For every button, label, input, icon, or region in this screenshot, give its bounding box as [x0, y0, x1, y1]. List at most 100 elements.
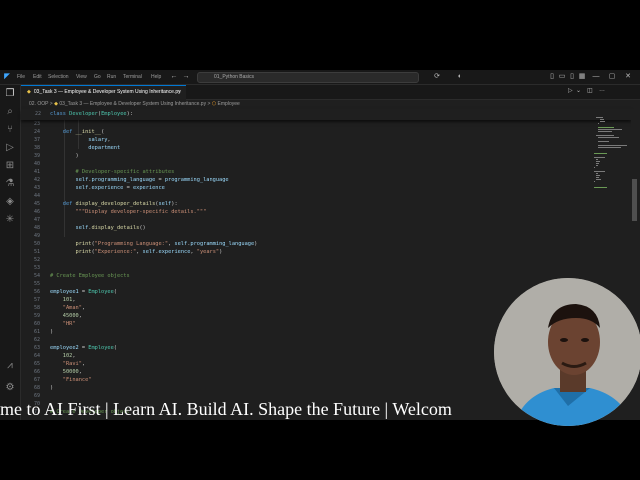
- line-number: 65: [33, 361, 40, 367]
- copilot-icon[interactable]: ⟳: [433, 73, 441, 81]
- code-line: 50000,: [62, 369, 82, 375]
- split-editor-icon[interactable]: ◫: [587, 87, 593, 94]
- minimap-line: [594, 187, 607, 188]
- source-control-icon[interactable]: ⑂: [4, 124, 16, 136]
- breadcrumb-symbol[interactable]: Employee: [218, 101, 240, 107]
- code-line: department: [88, 145, 121, 151]
- minimap-line: [600, 119, 604, 120]
- tab-close-icon[interactable]: ×: [178, 86, 181, 99]
- line-number: 62: [33, 337, 40, 343]
- menu-terminal[interactable]: Terminal: [123, 74, 142, 80]
- code-line: self.experience = experience: [75, 185, 165, 191]
- minimap-line: [598, 141, 609, 142]
- line-number: 67: [33, 377, 40, 383]
- code-line: """Display developer-specific details.""…: [75, 209, 207, 215]
- breadcrumb-separator: >: [207, 101, 211, 107]
- breadcrumb-folder[interactable]: 02. OOP: [29, 101, 48, 107]
- sticky-scroll-header[interactable]: 22 class Developer(Employee):: [21, 109, 631, 120]
- minimap-line: [596, 161, 600, 162]
- menu-help[interactable]: Help: [151, 74, 161, 80]
- toggle-primary-sidebar-icon[interactable]: ▯: [548, 73, 556, 81]
- chevron-down-icon[interactable]: ⌄: [576, 87, 581, 94]
- minimap-line: [598, 123, 599, 124]
- code-line: employee2 = Employee(: [50, 345, 117, 351]
- code-line: "Aman",: [62, 305, 86, 311]
- close-icon[interactable]: ✕: [624, 73, 632, 81]
- more-actions-icon[interactable]: …: [599, 87, 605, 93]
- line-number: 40: [33, 161, 40, 167]
- testing-icon[interactable]: ⚗: [4, 178, 16, 190]
- files-icon[interactable]: ❐: [4, 88, 16, 100]
- customize-layout-icon[interactable]: ▦: [578, 73, 586, 81]
- extension-star-icon[interactable]: ✳: [4, 214, 16, 226]
- minimap-line: [596, 117, 603, 118]
- breadcrumb-file[interactable]: 03_Task 3 — Employee & Developer System …: [59, 101, 206, 107]
- minimap-line: [594, 153, 607, 154]
- scrolling-ticker-text: me to AI First | Learn AI. Build AI. Sha…: [0, 399, 452, 419]
- line-number-gutter: 23 24 37 38 39 40 41 42 43 44 45 46 47 48 49 50 51 52 53 54…: [21, 109, 43, 420]
- menu-selection[interactable]: Selection: [48, 74, 69, 80]
- line-number: 22: [34, 111, 41, 117]
- breadcrumb-separator: >: [49, 101, 53, 107]
- minimap-line: [600, 121, 605, 122]
- minimap-line: [598, 137, 619, 138]
- minimap-line: [594, 167, 595, 168]
- account-sync-icon[interactable]: ◐: [456, 73, 464, 81]
- breadcrumb: 02. OOP > ◆ 03_Task 3 — Employee & Devel…: [21, 99, 640, 109]
- line-number: 53: [33, 265, 40, 271]
- line-number: 47: [33, 217, 40, 223]
- minimize-icon[interactable]: —: [592, 73, 600, 81]
- minimap-line: [598, 145, 627, 146]
- line-number: 39: [33, 153, 40, 159]
- line-number: 43: [33, 185, 40, 191]
- command-center-search[interactable]: 01_Python Basics: [197, 72, 419, 83]
- code-line: self.programming_language = programming_…: [75, 177, 229, 183]
- run-debug-icon[interactable]: ▷: [4, 142, 16, 154]
- menu-go[interactable]: Go: [94, 74, 101, 80]
- line-number: 61: [33, 329, 40, 335]
- menu-file[interactable]: File: [17, 74, 25, 80]
- run-python-file-icon[interactable]: ▷: [568, 87, 573, 94]
- tab-active-file[interactable]: ◆ 03_Task 3 — Employee & Developer System…: [21, 85, 186, 100]
- menu-edit[interactable]: Edit: [33, 74, 42, 80]
- line-number: 49: [33, 233, 40, 239]
- scrollbar-thumb[interactable]: [632, 179, 637, 221]
- minimap-line: [598, 147, 621, 148]
- code-line: 45000,: [62, 313, 82, 319]
- toggle-secondary-sidebar-icon[interactable]: ▯: [568, 73, 576, 81]
- minimap-line: [596, 179, 601, 180]
- toggle-panel-icon[interactable]: ▭: [558, 73, 566, 81]
- python-icon[interactable]: ◈: [4, 196, 16, 208]
- class-symbol-icon: ⬡: [211, 101, 217, 107]
- remote-icon[interactable]: ⩘: [4, 360, 16, 372]
- activity-bar: ❐ ⌕ ⑂ ▷ ⊞ ⚗ ◈ ✳ ⩘ ⚙: [0, 85, 21, 420]
- code-line: employee1 = Employee(: [50, 289, 117, 295]
- code-line: "Finance": [62, 377, 92, 383]
- maximize-icon[interactable]: ▢: [608, 73, 616, 81]
- extensions-icon[interactable]: ⊞: [4, 160, 16, 172]
- code-line: ): [50, 153, 79, 159]
- back-arrow-icon[interactable]: ←: [170, 73, 178, 81]
- editor-tab-bar: ◆ 03_Task 3 — Employee & Developer System…: [21, 85, 640, 100]
- line-number: 44: [33, 193, 40, 199]
- menu-view[interactable]: View: [76, 74, 87, 80]
- gear-icon[interactable]: ⚙: [4, 382, 16, 394]
- line-number: 51: [33, 249, 40, 255]
- minimap-line: [594, 171, 605, 172]
- code-line: # Create Employee objects: [50, 273, 130, 279]
- minimap-line: [596, 165, 598, 166]
- line-number: 38: [33, 145, 40, 151]
- command-center-label: 01_Python Basics: [214, 74, 255, 80]
- line-number: 42: [33, 177, 40, 183]
- minimap-line: [598, 131, 612, 132]
- line-number: 45: [33, 201, 40, 207]
- menu-run[interactable]: Run: [107, 74, 116, 80]
- line-number: 48: [33, 225, 40, 231]
- forward-arrow-icon[interactable]: →: [182, 73, 190, 81]
- code-line: "HR": [62, 321, 76, 327]
- code-line: print("Experience:", self.experience, "y…: [75, 249, 223, 255]
- code-line: 101,: [62, 297, 76, 303]
- code-line: salary,: [88, 137, 111, 143]
- search-icon[interactable]: ⌕: [4, 106, 16, 118]
- minimap-line: [594, 181, 595, 182]
